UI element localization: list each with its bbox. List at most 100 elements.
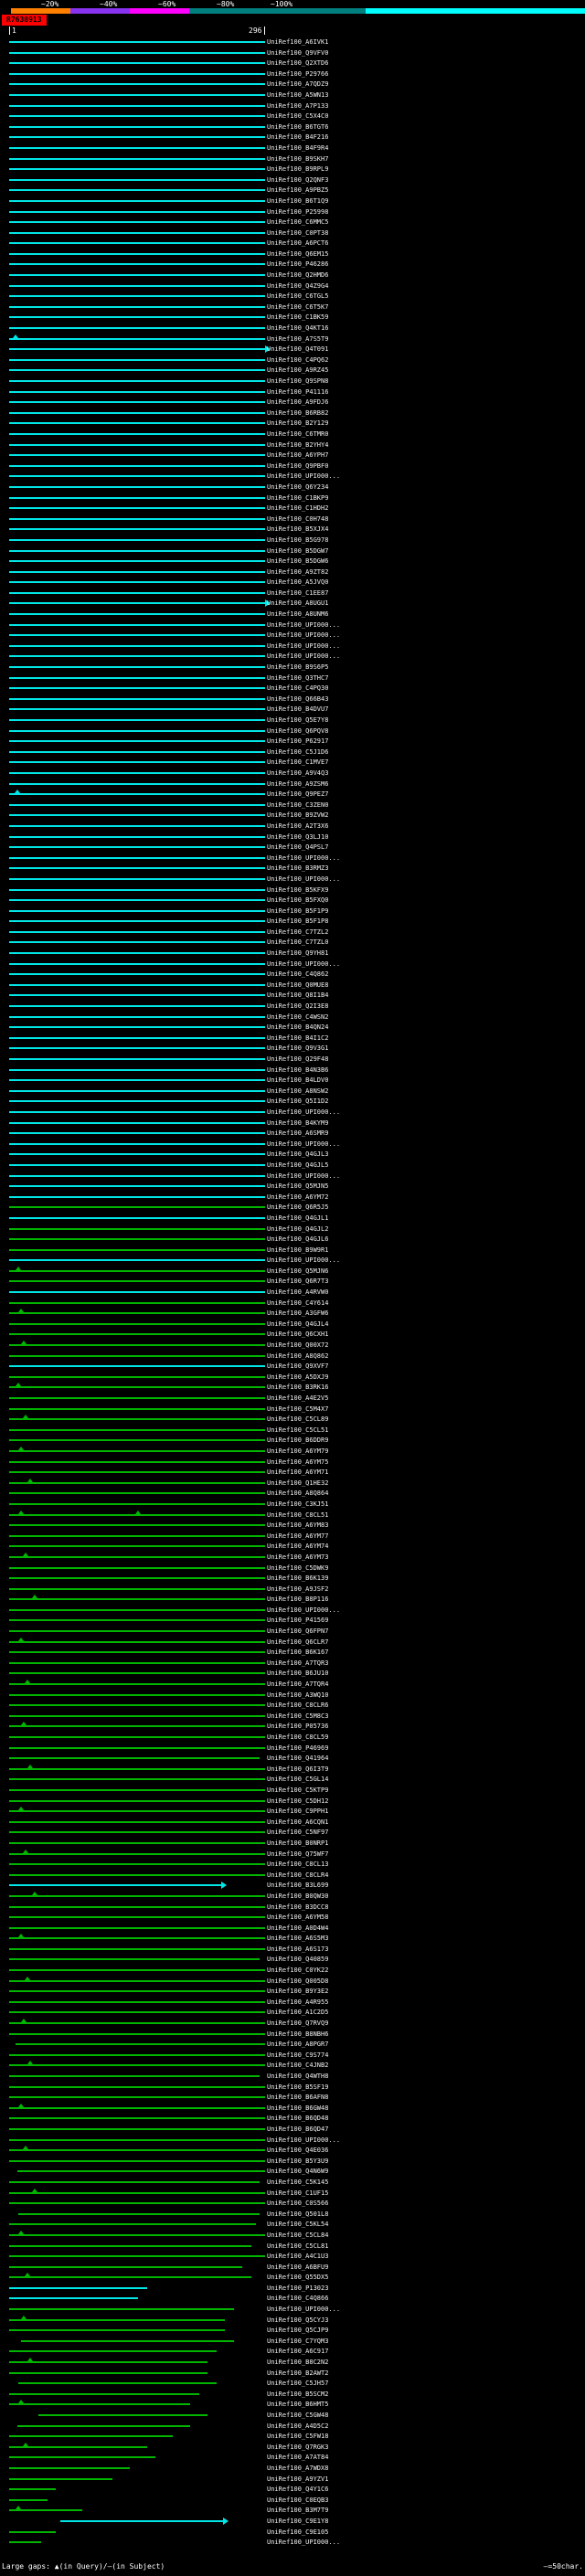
hit-accession-link[interactable]: UniRef100_C1BK59 [267,313,328,321]
hit-accession-link[interactable]: UniRef100_Q55DX5 [267,2274,328,2281]
hit-accession-link[interactable]: UniRef100_A6PCT6 [267,239,328,247]
hit-accession-link[interactable]: UniRef100_A7P133 [267,102,328,110]
hit-accession-link[interactable]: UniRef100_A4RVW0 [267,1288,328,1296]
hit-accession-link[interactable]: UniRef100_C4WSN2 [267,1013,328,1021]
hit-accession-link[interactable]: UniRef100_B5F1P9 [267,907,328,915]
hit-accession-link[interactable]: UniRef100_B6JU10 [267,1670,328,1677]
hit-accession-link[interactable]: UniRef100_Q9VFV0 [267,49,328,57]
hit-accession-link[interactable]: UniRef100_C9E105 [267,2528,328,2536]
hit-accession-link[interactable]: UniRef100_Q9XVF7 [267,1362,328,1370]
hit-accession-link[interactable]: UniRef100_Q5MJN5 [267,1182,328,1190]
hit-accession-link[interactable]: UniRef100_A9YZV1 [267,2475,328,2483]
hit-accession-link[interactable]: UniRef100_Q6FPN7 [267,1627,328,1635]
hit-accession-link[interactable]: UniRef100_A3GFW6 [267,1309,328,1317]
hit-accession-link[interactable]: UniRef100_Q9PBF0 [267,462,328,470]
hit-accession-link[interactable]: UniRef100_Q00X72 [267,1341,328,1349]
hit-accession-link[interactable]: UniRef100_P25998 [267,208,328,216]
hit-accession-link[interactable]: UniRef100_Q4GJL4 [267,1320,328,1328]
hit-accession-link[interactable]: UniRef100_A9RZ45 [267,366,328,374]
hit-accession-link[interactable]: UniRef100_B0QW30 [267,1892,328,1900]
hit-accession-link[interactable]: UniRef100_C5FW18 [267,2433,328,2440]
hit-accession-link[interactable]: UniRef100_Q6PQV8 [267,727,328,735]
hit-accession-link[interactable]: UniRef100_C5KTP9 [267,1786,328,1794]
hit-accession-link[interactable]: UniRef100_C5GL14 [267,1776,328,1783]
hit-accession-link[interactable]: UniRef100_C7TZL0 [267,938,328,946]
hit-accession-link[interactable]: UniRef100_Q4PSL7 [267,843,328,851]
hit-accession-link[interactable]: UniRef100_B6QD47 [267,2125,328,2133]
hit-accession-link[interactable]: UniRef100_B6DDR9 [267,1436,328,1444]
hit-accession-link[interactable]: UniRef100_A6C917 [267,2348,328,2355]
hit-accession-link[interactable]: UniRef100_B9W9R1 [267,1246,328,1254]
hit-accession-link[interactable]: UniRef100_UPI000... [267,621,340,629]
hit-accession-link[interactable]: UniRef100_C6TMR0 [267,430,328,438]
hit-accession-link[interactable]: UniRef100_C1EE87 [267,589,328,597]
hit-accession-link[interactable]: UniRef100_Q3LJ10 [267,833,328,841]
hit-accession-link[interactable]: UniRef100_Q2I3E8 [267,1002,328,1010]
hit-accession-link[interactable]: UniRef100_A7TQR3 [267,1659,328,1667]
hit-accession-link[interactable]: UniRef100_A6YM74 [267,1542,328,1550]
hit-accession-link[interactable]: UniRef100_Q5E7Y8 [267,716,328,724]
hit-accession-link[interactable]: UniRef100_C4Y614 [267,1299,328,1307]
hit-accession-link[interactable]: UniRef100_A4D5C2 [267,2422,328,2430]
hit-accession-link[interactable]: UniRef100_B8P116 [267,1595,328,1603]
hit-accession-link[interactable]: UniRef100_Q6I3T9 [267,1765,328,1773]
hit-accession-link[interactable]: UniRef100_A4E2V5 [267,1394,328,1402]
hit-accession-link[interactable]: UniRef100_Q5CJP9 [267,2327,328,2334]
hit-accession-link[interactable]: UniRef100_A6YM77 [267,1532,328,1540]
hit-accession-link[interactable]: UniRef100_A5JVQ0 [267,578,328,586]
hit-accession-link[interactable]: UniRef100_C3KJ51 [267,1500,328,1508]
hit-accession-link[interactable]: UniRef100_B9ZVW2 [267,811,328,819]
hit-accession-link[interactable]: UniRef100_C5KL54 [267,2221,328,2228]
hit-accession-link[interactable]: UniRef100_A3WQ10 [267,1691,328,1699]
hit-accession-link[interactable]: UniRef100_B5G978 [267,536,328,544]
hit-accession-link[interactable]: UniRef100_C6TGL5 [267,292,328,300]
hit-accession-link[interactable]: UniRef100_A8Q864 [267,1489,328,1497]
hit-accession-link[interactable]: UniRef100_UPI000... [267,875,340,883]
hit-accession-link[interactable]: UniRef100_B5Y3U9 [267,2157,328,2165]
hit-accession-link[interactable]: UniRef100_A9JSF2 [267,1585,328,1593]
hit-accession-link[interactable]: UniRef100_A6YM75 [267,1458,328,1466]
hit-accession-link[interactable]: UniRef100_A7AT84 [267,2454,328,2461]
hit-accession-link[interactable]: UniRef100_A2T3X6 [267,822,328,830]
hit-accession-link[interactable]: UniRef100_A6YM71 [267,1468,328,1476]
hit-accession-link[interactable]: UniRef100_UPI000... [267,631,340,639]
hit-accession-link[interactable]: UniRef100_A4C1U3 [267,2253,328,2260]
hit-accession-link[interactable]: UniRef100_A5DXJ9 [267,1373,328,1381]
hit-accession-link[interactable]: UniRef100_A7TQR4 [267,1680,328,1688]
hit-accession-link[interactable]: UniRef100_B4QN24 [267,1023,328,1031]
hit-accession-link[interactable]: UniRef100_Q66B43 [267,695,328,703]
hit-accession-link[interactable]: UniRef100_B2YHY4 [267,441,328,449]
hit-accession-link[interactable]: UniRef100_A6YM83 [267,1521,328,1529]
hit-accession-link[interactable]: UniRef100_P05736 [267,1723,328,1730]
hit-accession-link[interactable]: UniRef100_C7TZL2 [267,928,328,936]
hit-accession-link[interactable]: UniRef100_UPI000... [267,1172,340,1180]
hit-accession-link[interactable]: UniRef100_C8CL51 [267,1511,328,1519]
hit-accession-link[interactable]: UniRef100_C0YK22 [267,1966,328,1974]
hit-accession-link[interactable]: UniRef100_A8Q862 [267,1352,328,1360]
hit-accession-link[interactable]: UniRef100_Q4GJL5 [267,1161,328,1169]
hit-accession-link[interactable]: UniRef100_B5SF19 [267,2083,328,2091]
hit-accession-link[interactable]: UniRef100_B4N3B6 [267,1066,328,1074]
hit-accession-link[interactable]: UniRef100_C4PQ62 [267,356,328,364]
hit-accession-link[interactable]: UniRef100_A9FDJ6 [267,398,328,406]
hit-accession-link[interactable]: UniRef100_Q4T091 [267,345,328,353]
hit-accession-link[interactable]: UniRef100_C7YQM3 [267,2337,328,2345]
hit-accession-link[interactable]: UniRef100_B6GW48 [267,2104,328,2112]
hit-accession-link[interactable]: UniRef100_C4PQ30 [267,684,328,692]
hit-accession-link[interactable]: UniRef100_C5NF97 [267,1829,328,1836]
hit-accession-link[interactable]: UniRef100_UPI000... [267,472,340,480]
hit-accession-link[interactable]: UniRef100_A4R955 [267,1998,328,2006]
hit-accession-link[interactable]: UniRef100_Q6CXH1 [267,1330,328,1338]
hit-accession-link[interactable]: UniRef100_B5FXQ0 [267,896,328,904]
hit-accession-link[interactable]: UniRef100_B4F9R4 [267,144,328,152]
hit-accession-link[interactable]: UniRef100_B9RPL9 [267,165,328,173]
hit-accession-link[interactable]: UniRef100_A9ZSM6 [267,780,328,788]
hit-accession-link[interactable]: UniRef100_Q6Y234 [267,483,328,491]
hit-accession-link[interactable]: UniRef100_P13023 [267,2284,328,2292]
hit-accession-link[interactable]: UniRef100_B6QD48 [267,2115,328,2122]
hit-accession-link[interactable]: UniRef100_A9ZT82 [267,568,328,576]
hit-accession-link[interactable]: UniRef100_Q4WTH8 [267,2072,328,2080]
hit-accession-link[interactable]: UniRef100_B3RK16 [267,1383,328,1391]
hit-accession-link[interactable]: UniRef100_Q8I1B4 [267,991,328,999]
hit-accession-link[interactable]: UniRef100_C4Q862 [267,970,328,978]
